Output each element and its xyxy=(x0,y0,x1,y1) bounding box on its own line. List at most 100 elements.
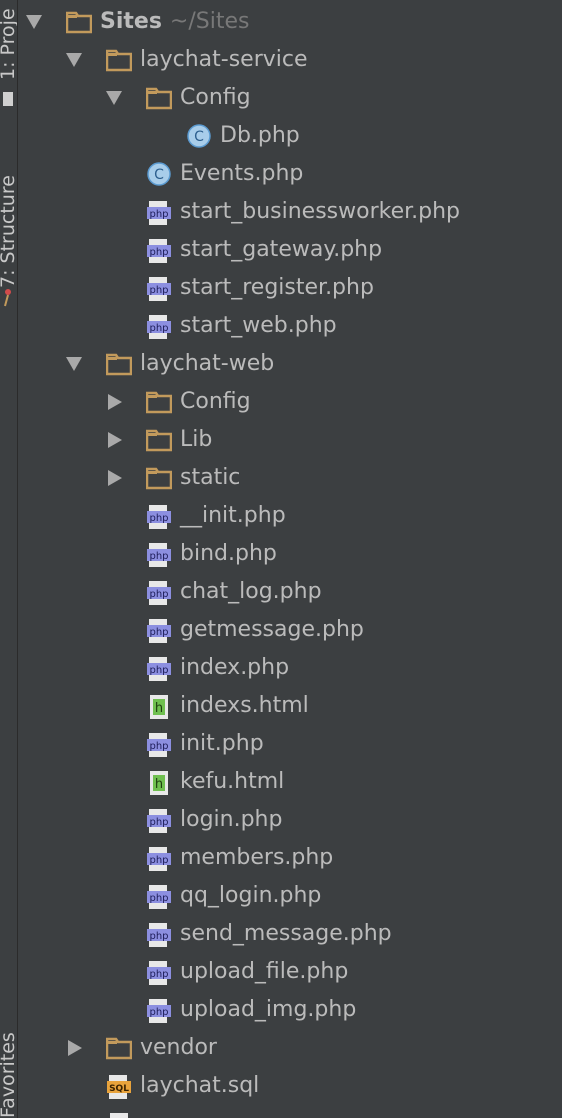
expand-arrow-icon[interactable] xyxy=(26,15,42,29)
tree-row-file[interactable]: php index.php xyxy=(18,649,562,687)
tree-row-file[interactable]: C Events.php xyxy=(18,155,562,193)
svg-text:C: C xyxy=(194,129,204,145)
tree-row-root[interactable]: Sites ~/Sites xyxy=(18,3,562,41)
svg-text:php: php xyxy=(149,627,168,638)
tree-row-folder[interactable]: static xyxy=(18,459,562,497)
tree-row-folder[interactable]: Config xyxy=(18,383,562,421)
tree-row-file[interactable]: php start_register.php xyxy=(18,269,562,307)
tree-item-label: start_register.php xyxy=(180,275,374,300)
tree-root-label: Sites ~/Sites xyxy=(100,3,249,41)
folder-icon xyxy=(106,48,132,72)
collapse-arrow-icon[interactable] xyxy=(68,1040,82,1056)
svg-text:php: php xyxy=(149,285,168,296)
collapse-arrow-icon[interactable] xyxy=(108,432,122,448)
html-file-icon: h xyxy=(146,770,172,795)
tree-row-file[interactable]: php start_gateway.php xyxy=(18,231,562,269)
svg-text:php: php xyxy=(149,551,168,562)
php-file-icon: php xyxy=(146,884,172,909)
tree-row-file[interactable]: h kefu.html xyxy=(18,763,562,801)
tree-item-label: upload_img.php xyxy=(180,997,357,1022)
tree-item-label: vendor xyxy=(140,1035,217,1060)
svg-text:php: php xyxy=(149,247,168,258)
expand-arrow-icon[interactable] xyxy=(66,53,82,67)
project-tab-indicator xyxy=(3,92,13,106)
tree-item-label: start_businessworker.php xyxy=(180,199,461,224)
tree-item-label: static xyxy=(180,465,241,490)
root-folder-path: ~/Sites xyxy=(169,9,250,34)
svg-text:C: C xyxy=(154,167,164,183)
tree-item-label: Config xyxy=(180,85,251,110)
html-file-icon: h xyxy=(146,694,172,719)
tree-item-label: index.php xyxy=(180,655,290,680)
tree-row-file[interactable]: php chat_log.php xyxy=(18,573,562,611)
svg-text:php: php xyxy=(149,741,168,752)
php-file-icon: php xyxy=(146,960,172,985)
tree-row-folder[interactable]: vendor xyxy=(18,1029,562,1067)
tree-row-folder[interactable]: laychat-service xyxy=(18,41,562,79)
tree-item-label: getmessage.php xyxy=(180,617,364,642)
project-tool-tab[interactable]: 1: Proje xyxy=(0,0,17,80)
folder-icon xyxy=(66,10,92,34)
tree-row-file[interactable]: php members.php xyxy=(18,839,562,877)
php-file-icon: php xyxy=(146,238,172,263)
expand-arrow-icon[interactable] xyxy=(66,357,82,371)
tree-row-file[interactable]: h indexs.html xyxy=(18,687,562,725)
tree-item-label: qq_login.php xyxy=(180,883,322,908)
tree-row-file[interactable]: php upload_file.php xyxy=(18,953,562,991)
tree-row-file[interactable]: php send_message.php xyxy=(18,915,562,953)
tree-row-folder[interactable]: Config xyxy=(18,79,562,117)
folder-icon xyxy=(106,1036,132,1060)
expand-arrow-icon[interactable] xyxy=(106,91,122,105)
favorites-tool-tab[interactable]: Favorites xyxy=(0,1010,17,1118)
tree-item-label: laychat.sql xyxy=(140,1073,260,1098)
php-class-icon: C xyxy=(146,162,172,186)
folder-icon xyxy=(146,390,172,414)
folder-icon xyxy=(146,466,172,490)
svg-text:php: php xyxy=(149,893,168,904)
svg-text:php: php xyxy=(149,969,168,980)
tree-item-label: kefu.html xyxy=(180,769,285,794)
tree-row-file[interactable]: php __init.php xyxy=(18,497,562,535)
collapse-arrow-icon[interactable] xyxy=(108,470,122,486)
tree-row-file[interactable]: php getmessage.php xyxy=(18,611,562,649)
tree-item-label: login.php xyxy=(180,807,283,832)
tree-item-label: indexs.html xyxy=(180,693,309,718)
php-file-icon: php xyxy=(146,580,172,605)
tree-item-label: __init.php xyxy=(180,503,286,528)
structure-tool-tab[interactable]: 7: Structure xyxy=(0,148,17,288)
tree-row-file[interactable]: php upload_img.php xyxy=(18,991,562,1029)
sql-file-icon: SQL xyxy=(106,1074,132,1099)
php-file-icon: php xyxy=(146,542,172,567)
php-class-icon: C xyxy=(186,124,212,148)
php-file-icon: php xyxy=(146,922,172,947)
root-folder-name: Sites xyxy=(100,9,162,34)
tree-item-label: Config xyxy=(180,389,251,414)
collapse-arrow-icon[interactable] xyxy=(108,394,122,410)
tree-row-file[interactable]: SQL laychat.sql xyxy=(18,1067,562,1105)
tree-row-file[interactable]: php login.php xyxy=(18,801,562,839)
tree-row-folder[interactable]: Lib xyxy=(18,421,562,459)
php-file-icon: php xyxy=(146,314,172,339)
tree-item-label: Db.php xyxy=(220,123,300,148)
tree-row-file[interactable]: php start_businessworker.php xyxy=(18,193,562,231)
tree-item-label: Events.php xyxy=(180,161,304,186)
tree-row-file[interactable]: C Db.php xyxy=(18,117,562,155)
tree-item-label: start_web.php xyxy=(180,313,337,338)
php-file-icon: php xyxy=(146,276,172,301)
php-file-icon: php xyxy=(146,504,172,529)
tree-row-folder[interactable]: laychat-web xyxy=(18,345,562,383)
tree-row-file[interactable]: php bind.php xyxy=(18,535,562,573)
tree-item-label: laychat-web xyxy=(140,351,275,376)
tree-row-file[interactable]: php start_web.php xyxy=(18,307,562,345)
php-file-icon: php xyxy=(146,732,172,757)
tree-item-label: members.php xyxy=(180,845,334,870)
php-file-icon: php xyxy=(146,200,172,225)
file-icon xyxy=(106,1112,132,1118)
tree-row-file[interactable]: php init.php xyxy=(18,725,562,763)
tree-row-file[interactable]: php qq_login.php xyxy=(18,877,562,915)
php-file-icon: php xyxy=(146,808,172,833)
tree-row-file-partial xyxy=(18,1105,562,1118)
svg-text:h: h xyxy=(155,777,163,792)
folder-icon xyxy=(146,86,172,110)
svg-text:php: php xyxy=(149,323,168,334)
